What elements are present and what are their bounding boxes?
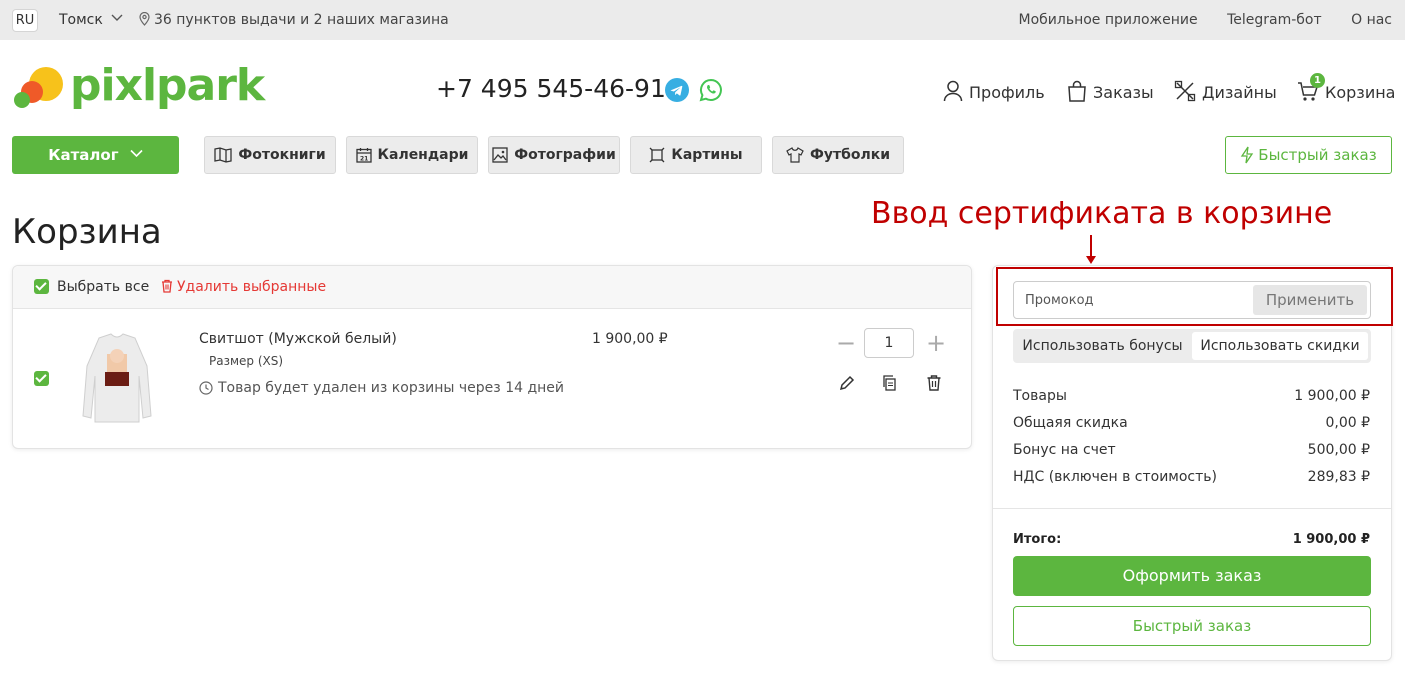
summary-row-label: НДС (включен в стоимость) (1013, 469, 1217, 485)
item-checkbox[interactable] (34, 371, 49, 386)
product-name[interactable]: Свитшот (Мужской белый) (199, 331, 397, 347)
quantity-decrease-button[interactable]: − (836, 328, 856, 358)
summary-row-value: 500,00 ₽ (1307, 442, 1370, 458)
svg-text:21: 21 (360, 156, 368, 163)
profile-label: Профиль (969, 83, 1045, 102)
cart-count-badge: 1 (1310, 73, 1325, 88)
edit-pencil-icon[interactable] (838, 374, 856, 392)
mobile-app-link[interactable]: Мобильное приложение (1019, 12, 1198, 28)
annotation-arrow-head (1086, 256, 1096, 264)
cart-header: Выбрать все Удалить выбранные (13, 266, 971, 309)
product-size: Размер (XS) (209, 354, 284, 368)
total-label: Итого: (1013, 532, 1062, 547)
category-label: Картины (671, 147, 743, 163)
checkout-button[interactable]: Оформить заказ (1013, 556, 1371, 596)
quick-order-button[interactable]: Быстрый заказ (1013, 606, 1371, 646)
category-calendars[interactable]: 21 Календари (346, 136, 478, 174)
shopping-bag-icon (1068, 80, 1086, 102)
pickup-points-label: 36 пунктов выдачи и 2 наших магазина (154, 12, 449, 28)
summary-row-value: 1 900,00 ₽ (1294, 388, 1370, 404)
summary-divider (993, 508, 1391, 509)
whatsapp-icon[interactable] (699, 78, 723, 102)
phone-number[interactable]: +7 495 545-46-91 (436, 74, 666, 103)
about-link[interactable]: О нас (1351, 12, 1392, 28)
trash-icon (162, 279, 172, 293)
lightning-icon (1241, 146, 1254, 164)
summary-row-value: 0,00 ₽ (1325, 415, 1370, 431)
image-icon (492, 147, 508, 163)
telegram-bot-link[interactable]: Telegram-бот (1227, 12, 1322, 28)
removal-notice-text: Товар будет удален из корзины через 14 д… (218, 380, 565, 396)
summary-row-label: Общаяя скидка (1013, 415, 1128, 431)
open-book-icon (214, 147, 232, 163)
orders-label: Заказы (1093, 83, 1154, 102)
orders-link[interactable]: Заказы (1067, 80, 1154, 102)
category-label: Календари (377, 147, 469, 163)
copy-icon[interactable] (881, 374, 899, 392)
summary-row-value: 289,83 ₽ (1307, 469, 1370, 485)
discount-tabs: Использовать бонусы Использовать скидки (1013, 329, 1371, 363)
removal-notice: Товар будет удален из корзины через 14 д… (199, 380, 564, 396)
product-price: 1 900,00 ₽ (592, 331, 668, 347)
trash-icon[interactable] (925, 374, 943, 392)
annotation-caption: Ввод сертификата в корзине (871, 196, 1333, 231)
category-label: Футболки (809, 147, 891, 163)
select-all-label[interactable]: Выбрать все (57, 279, 149, 295)
page-title: Корзина (12, 212, 162, 252)
delete-selected-button[interactable]: Удалить выбранные (161, 279, 326, 295)
quick-order-header-button[interactable]: Быстрый заказ (1225, 136, 1392, 174)
city-label: Томск (59, 12, 103, 28)
cart-panel: Выбрать все Удалить выбранные Свитшот (М… (12, 265, 972, 449)
quantity-increase-button[interactable]: + (926, 328, 946, 358)
calendar-icon: 21 (355, 148, 372, 163)
tshirt-icon (786, 147, 804, 163)
designs-label: Дизайны (1202, 83, 1277, 102)
select-all-checkbox[interactable] (34, 279, 49, 294)
pickup-points-link[interactable]: 36 пунктов выдачи и 2 наших магазина (139, 11, 449, 28)
summary-row-label: Бонус на счет (1013, 442, 1116, 458)
summary-row-label: Товары (1013, 388, 1067, 404)
city-selector[interactable]: Томск (59, 12, 123, 28)
logo-text: pixlpark (70, 60, 265, 111)
clock-icon (199, 381, 213, 395)
delete-selected-label: Удалить выбранные (177, 279, 327, 295)
tab-use-bonuses[interactable]: Использовать бонусы (1016, 332, 1189, 360)
profile-link[interactable]: Профиль (943, 80, 1045, 102)
category-tshirts[interactable]: Футболки (772, 136, 904, 174)
user-icon (943, 80, 963, 102)
telegram-icon[interactable] (665, 78, 689, 102)
logo[interactable]: pixlpark (12, 60, 272, 118)
product-thumbnail[interactable] (81, 326, 153, 426)
designs-link[interactable]: Дизайны (1174, 80, 1277, 102)
frame-icon (649, 147, 665, 163)
logo-mark (14, 67, 63, 108)
top-links: Мобильное приложение Telegram-бот О нас (994, 12, 1392, 28)
annotation-highlight-box (996, 267, 1393, 326)
category-label: Фотокниги (238, 147, 326, 163)
catalog-label: Каталог (48, 146, 119, 164)
catalog-button[interactable]: Каталог (12, 136, 179, 174)
category-photos[interactable]: Фотографии (488, 136, 620, 174)
cart-label: Корзина (1325, 83, 1396, 102)
top-bar: RU Томск 36 пунктов выдачи и 2 наших маг… (0, 0, 1405, 40)
language-switch[interactable]: RU (12, 9, 38, 32)
quantity-input[interactable]: 1 (864, 328, 914, 358)
chevron-down-icon (111, 14, 123, 21)
category-label: Фотографии (514, 147, 616, 163)
location-pin-icon (139, 11, 150, 26)
quick-order-label: Быстрый заказ (1258, 146, 1377, 164)
design-tools-icon (1174, 80, 1196, 102)
total-value: 1 900,00 ₽ (1292, 532, 1370, 547)
tab-use-discounts[interactable]: Использовать скидки (1192, 332, 1368, 360)
chevron-down-icon (130, 149, 143, 158)
category-paintings[interactable]: Картины (630, 136, 762, 174)
category-photobooks[interactable]: Фотокниги (204, 136, 336, 174)
